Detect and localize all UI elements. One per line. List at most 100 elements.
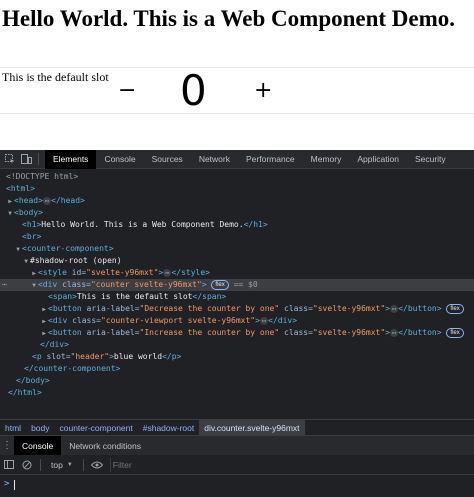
console-input[interactable]: >	[0, 475, 474, 497]
tab-application[interactable]: Application	[349, 150, 407, 169]
tag-bracket: >	[201, 280, 207, 289]
collapsed-ellipsis-icon[interactable]: ⋯	[390, 329, 399, 337]
drawer-tabbar: ⋮ Console Network conditions	[0, 435, 474, 456]
attr-name: id=	[66, 268, 87, 277]
dom-tree: <!DOCTYPE html> <html> ▶ <head> ⋯ </head> ▼…	[0, 169, 474, 419]
attr-value: "Increase the counter by one"	[139, 328, 280, 337]
attr-value: "counter-viewport svelte-y96mxt"	[100, 316, 256, 325]
device-toolbar-icon[interactable]	[18, 150, 34, 169]
dom-node-html[interactable]: <html>	[0, 183, 474, 195]
dom-node-button-increase[interactable]: ▶ <button aria-label="Increase the counte…	[0, 327, 474, 339]
prompt-chevron-icon: >	[4, 479, 10, 489]
web-page: Hello World. This is a Web Component Dem…	[0, 0, 474, 150]
dom-node-p-slot[interactable]: <p slot="header">blue world</p>	[0, 351, 474, 363]
dom-node-h1[interactable]: <h1>Hello World. This is a Web Component…	[0, 219, 474, 231]
dom-node-div-viewport[interactable]: ▶ <div class="counter-viewport svelte-y96…	[0, 315, 474, 327]
clear-console-icon[interactable]	[18, 455, 36, 475]
drawer-tab-console[interactable]: Console	[14, 435, 62, 456]
p-text: blue world	[113, 352, 163, 361]
br-tag: <br>	[22, 232, 42, 241]
attr-name: class=	[279, 328, 313, 337]
breadcrumb-shadow-root[interactable]: #shadow-root	[138, 420, 200, 436]
breadcrumb-div-counter[interactable]: div.counter.svelte-y96mxt	[199, 419, 305, 436]
attr-value: "counter svelte-y96mxt"	[90, 280, 202, 289]
span-open-tag: <span>	[48, 292, 77, 301]
h1-text: Hello World. This is a Web Component Dem…	[41, 220, 244, 229]
doctype-text: <!DOCTYPE html>	[6, 172, 79, 181]
tab-elements[interactable]: Elements	[45, 149, 97, 169]
dom-node-doctype[interactable]: <!DOCTYPE html>	[0, 171, 474, 183]
sidebar-toggle-icon[interactable]	[0, 455, 18, 475]
inspect-element-icon[interactable]	[2, 150, 18, 169]
html-close-tag: </html>	[8, 388, 42, 397]
breadcrumb-body[interactable]: body	[26, 420, 54, 436]
default-slot-text: This is the default slot	[2, 70, 109, 84]
dom-node-button-decrease[interactable]: ▶ <button aria-label="Decrease the counte…	[0, 303, 474, 315]
breadcrumb-html[interactable]: html	[0, 420, 26, 436]
tab-security[interactable]: Security	[407, 150, 454, 169]
dom-node-counter-close[interactable]: </counter-component>	[0, 363, 474, 375]
attr-value: "Decrease the counter by one"	[139, 304, 280, 313]
drawer-tab-network-conditions[interactable]: Network conditions	[61, 436, 149, 456]
dom-node-shadow-root[interactable]: ▼ #shadow-root (open)	[0, 255, 474, 267]
page-title: Hello World. This is a Web Component Dem…	[2, 6, 456, 31]
breadcrumb: html body counter-component #shadow-root…	[0, 419, 474, 436]
dom-node-head[interactable]: ▶ <head> ⋯ </head>	[0, 195, 474, 207]
body-close-tag: </body>	[16, 376, 50, 385]
collapsed-ellipsis-icon[interactable]: ⋯	[259, 317, 269, 325]
flex-badge[interactable]: flex	[446, 328, 464, 338]
div-open-tag: <div	[38, 280, 58, 289]
eye-icon[interactable]	[88, 455, 106, 475]
attr-value: "svelte-y96mxt"	[312, 304, 386, 313]
attr-value: "svelte-y96mxt"	[312, 328, 386, 337]
devtools-panel: Elements Console Sources Network Perform…	[0, 149, 474, 497]
dom-node-br[interactable]: <br>	[0, 231, 474, 243]
dom-node-body[interactable]: ▼ <body>	[0, 207, 474, 219]
body-open-tag: <body>	[14, 208, 43, 217]
dom-node-counter-component[interactable]: ▼ <counter-component>	[0, 243, 474, 255]
decrement-button[interactable]: −	[118, 76, 136, 106]
dom-node-div-counter-selected[interactable]: ⋯ ▼ <div class="counter svelte-y96mxt"> fl…	[0, 279, 474, 291]
counter-open-tag: <counter-component>	[22, 244, 114, 253]
attr-name: class=	[279, 304, 313, 313]
collapsed-ellipsis-icon[interactable]: ⋯	[390, 305, 399, 313]
console-filter-input[interactable]	[109, 457, 470, 472]
tab-memory[interactable]: Memory	[303, 150, 350, 169]
tab-performance[interactable]: Performance	[238, 150, 303, 169]
tab-sources[interactable]: Sources	[144, 150, 191, 169]
more-options-icon[interactable]: ⋯	[2, 279, 7, 291]
flex-badge[interactable]: flex	[211, 280, 229, 290]
attr-name: aria-label=	[81, 328, 140, 337]
button-open-tag: <button	[48, 304, 82, 313]
attr-name: class=	[57, 280, 91, 289]
flex-badge[interactable]: flex	[446, 304, 464, 314]
console-toolbar: top ▼	[0, 455, 474, 475]
shadow-root-label: #shadow-root (open)	[30, 256, 122, 265]
dom-node-span[interactable]: <span>This is the default slot</span>	[0, 291, 474, 303]
counter-close-tag: </counter-component>	[24, 364, 121, 373]
context-label: top	[51, 459, 63, 470]
dom-node-body-close[interactable]: </body>	[0, 375, 474, 387]
html-open-tag: <html>	[6, 184, 35, 193]
head-close-tag: </head>	[51, 196, 85, 205]
dom-node-html-close[interactable]: </html>	[0, 387, 474, 399]
increment-button[interactable]: +	[254, 76, 272, 106]
tab-console[interactable]: Console	[96, 150, 143, 169]
dom-node-div-close[interactable]: </div>	[0, 339, 474, 351]
attr-value: "header"	[70, 352, 110, 361]
text-cursor	[14, 480, 15, 490]
attr-name: aria-label=	[81, 304, 140, 313]
tab-network[interactable]: Network	[191, 150, 238, 169]
attr-name: slot=	[41, 352, 71, 361]
breadcrumb-counter-component[interactable]: counter-component	[55, 420, 138, 436]
dom-node-style[interactable]: ▶ <style id="svelte-y96mxt"> ⋯ </style>	[0, 267, 474, 279]
dropdown-caret-icon: ▼	[66, 461, 73, 468]
collapsed-ellipsis-icon[interactable]: ⋯	[42, 197, 52, 205]
kebab-menu-icon[interactable]: ⋮	[0, 440, 14, 451]
button-close-tag: </button>	[398, 328, 442, 337]
context-selector[interactable]: top ▼	[45, 460, 79, 470]
head-open-tag: <head>	[14, 196, 43, 205]
toolbar-divider	[82, 458, 84, 471]
style-open-tag: <style	[38, 268, 67, 277]
attr-name: class=	[67, 316, 101, 325]
